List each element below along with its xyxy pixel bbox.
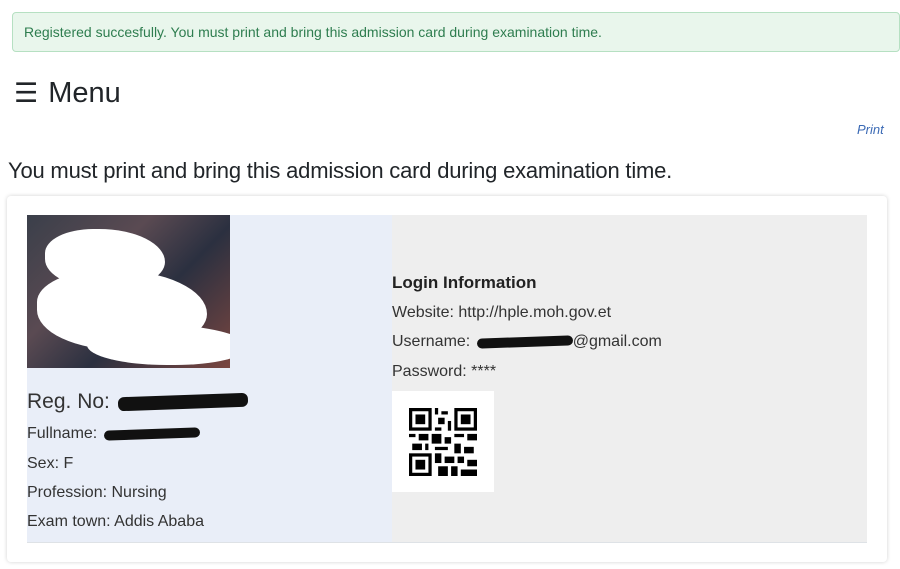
qr-code-icon: [409, 407, 477, 476]
success-alert: Registered succesfully. You must print a…: [12, 12, 900, 52]
fullname: Fullname:: [27, 425, 200, 443]
redaction-mark: [476, 335, 573, 349]
hamburger-icon: ☰: [14, 78, 39, 108]
qr-code: [392, 391, 494, 492]
sex-field: Sex: F: [27, 455, 74, 472]
username-field: Username: @gmail.com: [392, 333, 662, 351]
profession-field: Profession: Nursing: [27, 484, 167, 501]
admission-card-body: Reg. No: Fullname: Sex: F Profession: Nu…: [27, 215, 867, 543]
password-field: Password: ****: [392, 363, 497, 380]
alert-text: Registered succesfully. You must print a…: [24, 24, 602, 40]
exam-town-field: Exam town: Addis Ababa: [27, 513, 204, 530]
menu-label: Menu: [48, 77, 121, 109]
login-info-panel: Login Information Website: http://hple.m…: [392, 215, 867, 542]
candidate-info-panel: Reg. No: Fullname: Sex: F Profession: Nu…: [27, 215, 392, 542]
redaction-mark: [117, 393, 248, 412]
admission-card: Reg. No: Fullname: Sex: F Profession: Nu…: [7, 196, 887, 562]
print-link[interactable]: Print: [857, 122, 884, 137]
page-notice: You must print and bring this admission …: [8, 158, 673, 183]
reg-number: Reg. No:: [27, 390, 248, 414]
redaction-mark: [103, 427, 200, 441]
reg-number-label: Reg. No:: [27, 390, 116, 413]
username-label: Username:: [392, 333, 475, 350]
username-domain: @gmail.com: [572, 333, 662, 350]
fullname-label: Fullname:: [27, 425, 102, 442]
website-field: Website: http://hple.moh.gov.et: [392, 304, 612, 321]
candidate-photo: [27, 215, 230, 368]
login-info-heading: Login Information: [392, 273, 537, 292]
menu-toggle[interactable]: ☰ Menu: [14, 77, 121, 110]
